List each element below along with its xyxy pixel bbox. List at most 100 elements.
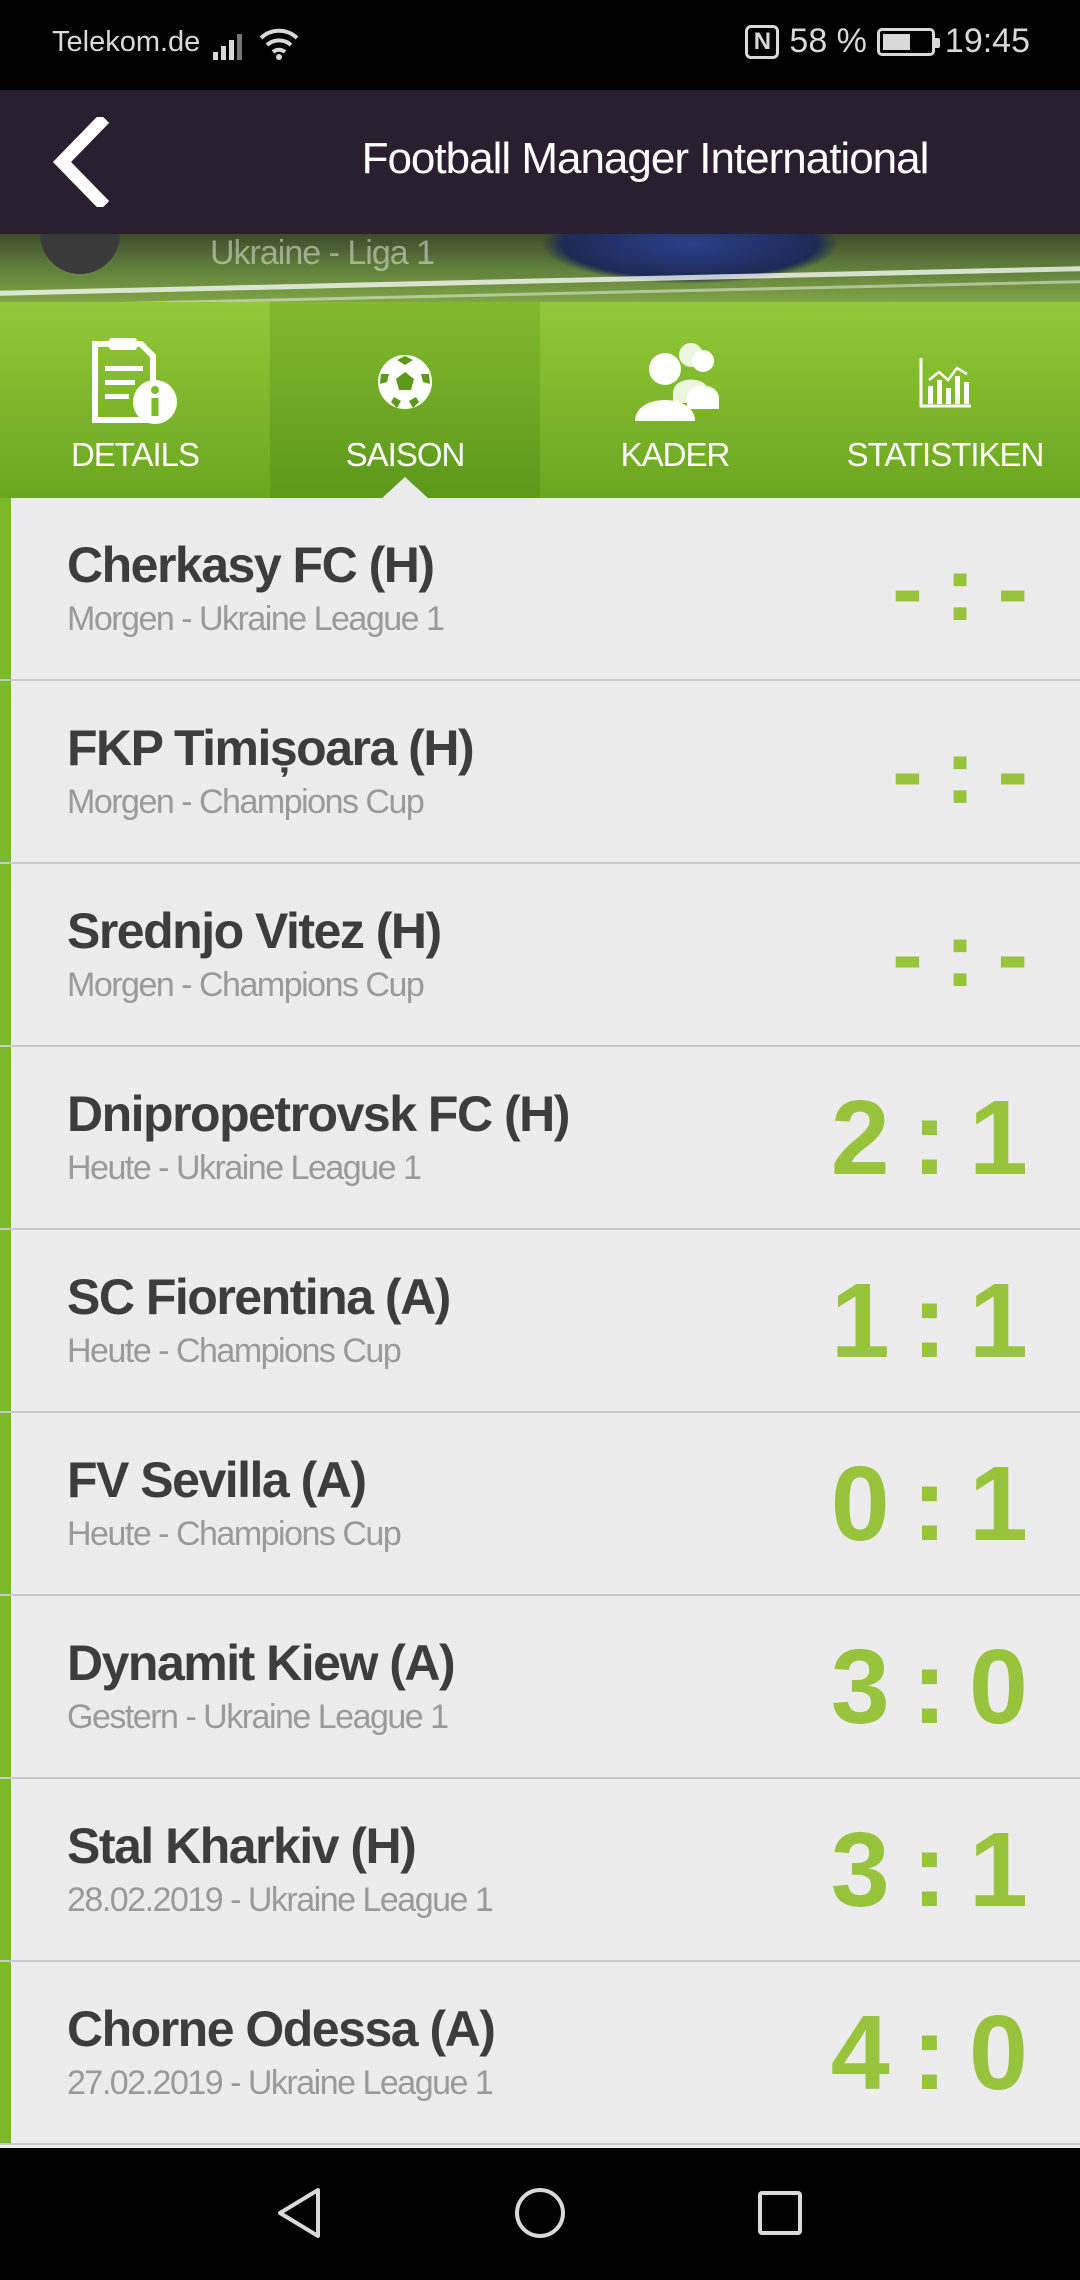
match-date-competition: 27.02.2019 - Ukraine League 1	[67, 2064, 494, 2102]
match-row[interactable]: Chorne Odessa (A) 27.02.2019 - Ukraine Le…	[0, 1962, 1080, 2145]
score-home: 4	[830, 1994, 890, 2112]
score-separator: :	[911, 1262, 948, 1380]
match-score: 0:1	[831, 1413, 1028, 1596]
circle-home-icon	[515, 2188, 565, 2238]
score-separator: :	[911, 1445, 948, 1563]
match-date-competition: Morgen - Ukraine League 1	[67, 600, 445, 638]
row-accent-bar	[0, 1962, 11, 2143]
score-home: 2	[830, 1079, 890, 1197]
match-row[interactable]: Srednjo Vitez (H) Morgen - Champions Cup -…	[0, 864, 1080, 1047]
score-separator: :	[944, 538, 976, 640]
status-bar: Telekom.de N 58 % 19:45	[0, 0, 1080, 90]
score-away: -	[997, 721, 1028, 823]
match-row[interactable]: Cherkasy FC (H) Morgen - Ukraine League 1…	[0, 498, 1080, 681]
score-home: -	[892, 904, 923, 1006]
score-separator: :	[911, 1079, 948, 1197]
team-people-icon	[627, 332, 723, 432]
tab-label: DETAILS	[70, 436, 200, 473]
match-score: -:-	[892, 681, 1028, 864]
match-row[interactable]: SC Fiorentina (A) Heute - Champions Cup 1:…	[0, 1230, 1080, 1413]
league-label: Ukraine - Liga 1	[210, 234, 435, 272]
opponent-name: Srednjo Vitez (H)	[67, 903, 442, 959]
score-away: 1	[969, 1811, 1028, 1929]
status-right: N 58 % 19:45	[745, 22, 1030, 61]
bar-chart-icon	[917, 332, 973, 432]
score-separator: :	[911, 1994, 948, 2112]
match-score: 2:1	[831, 1047, 1028, 1230]
tab-statistiken[interactable]: STATISTIKEN	[810, 302, 1080, 498]
match-date-competition: 28.02.2019 - Ukraine League 1	[67, 1881, 494, 1919]
match-date-competition: Heute - Champions Cup	[67, 1332, 402, 1370]
match-score: 1:1	[831, 1230, 1028, 1413]
score-home: -	[892, 721, 923, 823]
tab-label: SAISON	[345, 436, 466, 473]
match-date-competition: Morgen - Champions Cup	[67, 783, 425, 821]
opponent-name: FKP Timișoara (H)	[67, 720, 475, 776]
score-away: 0	[969, 1628, 1028, 1746]
match-row[interactable]: Stal Kharkiv (H) 28.02.2019 - Ukraine Lea…	[0, 1779, 1080, 1962]
match-row[interactable]: FV Sevilla (A) Heute - Champions Cup 0:1	[0, 1413, 1080, 1596]
tab-details[interactable]: DETAILS	[0, 302, 270, 498]
signal-icon	[213, 30, 247, 65]
square-recents-icon	[758, 2191, 802, 2235]
tab-label: KADER	[620, 436, 731, 473]
score-home: 0	[830, 1445, 890, 1563]
match-list: Cherkasy FC (H) Morgen - Ukraine League 1…	[0, 498, 1080, 2148]
score-away: 1	[969, 1262, 1028, 1380]
row-accent-bar	[0, 1047, 11, 1228]
match-date-competition: Morgen - Champions Cup	[67, 966, 425, 1004]
match-score: -:-	[892, 498, 1028, 681]
match-row[interactable]: FKP Timișoara (H) Morgen - Champions Cup -…	[0, 681, 1080, 864]
clock: 19:45	[944, 22, 1030, 60]
battery-percent: 58 %	[789, 22, 867, 60]
system-nav-bar	[0, 2148, 1080, 2280]
opponent-name: Dnipropetrovsk FC (H)	[67, 1086, 570, 1142]
nav-home-button[interactable]	[505, 2178, 575, 2248]
match-date-competition: Gestern - Ukraine League 1	[67, 1698, 449, 1736]
opponent-name: FV Sevilla (A)	[67, 1452, 367, 1508]
opponent-name: Dynamit Kiew (A)	[67, 1635, 456, 1691]
row-accent-bar	[0, 864, 11, 1045]
opponent-name: Cherkasy FC (H)	[67, 537, 435, 593]
row-accent-bar	[0, 1230, 11, 1411]
score-away: 0	[969, 1994, 1028, 2112]
tab-label: STATISTIKEN	[846, 436, 1045, 473]
score-home: 3	[830, 1811, 890, 1929]
tab-saison[interactable]: SAISON	[270, 302, 540, 499]
nav-recents-button[interactable]	[745, 2178, 815, 2248]
tab-bar: DETAILS SAISON KADER STATISTIKEN	[0, 302, 1080, 499]
match-score: -:-	[892, 864, 1028, 1047]
match-score: 3:0	[831, 1596, 1028, 1779]
battery-icon	[876, 27, 940, 56]
opponent-name: SC Fiorentina (A)	[67, 1269, 451, 1325]
app-bar: Football Manager International	[0, 90, 1080, 234]
club-logo	[40, 234, 120, 274]
soccer-ball-icon	[375, 332, 435, 432]
triangle-back-icon	[278, 2188, 320, 2238]
row-accent-bar	[0, 1779, 11, 1960]
row-accent-bar	[0, 681, 11, 862]
carrier-name: Telekom.de	[52, 26, 201, 58]
wifi-icon	[259, 26, 299, 65]
score-home: -	[892, 538, 923, 640]
score-away: -	[997, 538, 1028, 640]
match-row[interactable]: Dnipropetrovsk FC (H) Heute - Ukraine Lea…	[0, 1047, 1080, 1230]
tab-kader[interactable]: KADER	[540, 302, 810, 498]
score-home: 1	[830, 1262, 890, 1380]
score-home: 3	[830, 1628, 890, 1746]
score-separator: :	[944, 904, 976, 1006]
row-accent-bar	[0, 1596, 11, 1777]
nfc-icon: N	[745, 24, 780, 59]
hero-banner: Ukraine - Liga 1	[0, 234, 1080, 302]
match-score: 4:0	[831, 1962, 1028, 2145]
nav-back-button[interactable]	[264, 2178, 334, 2248]
match-date-competition: Heute - Champions Cup	[67, 1515, 402, 1553]
score-separator: :	[911, 1628, 948, 1746]
row-accent-bar	[0, 498, 11, 679]
match-row[interactable]: Dynamit Kiew (A) Gestern - Ukraine League…	[0, 1596, 1080, 1779]
match-date-competition: Heute - Ukraine League 1	[67, 1149, 422, 1187]
document-info-icon	[87, 332, 183, 432]
score-away: 1	[969, 1445, 1028, 1563]
score-away: -	[997, 904, 1028, 1006]
page-title: Football Manager International	[361, 134, 930, 183]
